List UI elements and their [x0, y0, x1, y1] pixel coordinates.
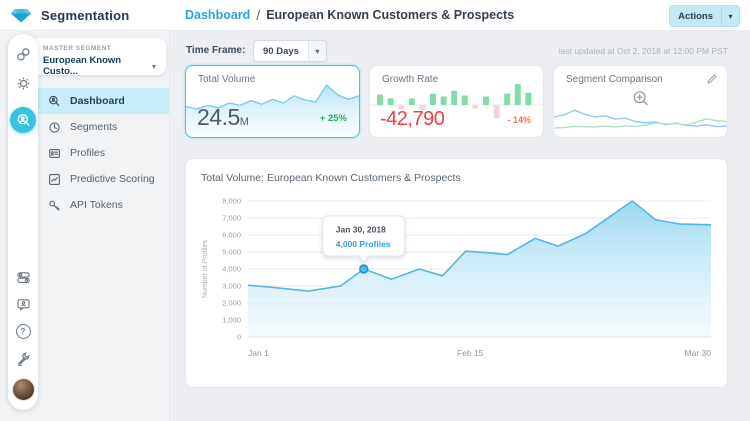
card-title: Total Volume — [198, 74, 256, 85]
sidebar-item-segments[interactable]: Segments — [38, 114, 169, 140]
breadcrumb-separator: / — [256, 7, 261, 23]
growth-rate-delta: - 14% — [507, 115, 531, 125]
chevron-down-icon[interactable]: ▾ — [722, 6, 739, 26]
app-window: Segmentation Dashboard / European Known … — [0, 0, 750, 421]
card-title: Growth Rate — [382, 74, 439, 85]
summary-cards-row: Total Volume 24.5M + 25% Growth Rate -42… — [185, 65, 728, 138]
svg-text:8,000: 8,000 — [222, 197, 241, 206]
svg-text:Mar 30: Mar 30 — [685, 348, 712, 358]
help-icon[interactable]: ? — [15, 324, 31, 339]
svg-text:Feb 15: Feb 15 — [457, 348, 484, 358]
user-avatar[interactable] — [11, 378, 35, 401]
search-user-icon[interactable] — [10, 107, 36, 133]
sidebar-item-dashboard[interactable]: Dashboard — [38, 88, 169, 114]
master-segment-value: European Known Custo... — [43, 55, 122, 77]
links-icon[interactable] — [16, 47, 31, 62]
sidebar-item-label: API Tokens — [70, 199, 123, 211]
toggles-icon[interactable] — [16, 270, 31, 285]
app-title: Segmentation — [41, 7, 130, 23]
profiles-card-icon — [48, 147, 61, 160]
svg-text:3,000: 3,000 — [222, 282, 241, 291]
segment-comparison-card[interactable]: Segment Comparison — [553, 65, 728, 138]
total-volume-area-chart[interactable]: 0 1,000 2,000 3,000 4,000 5,000 6,000 7,000 8,00… — [194, 189, 719, 381]
time-frame-value[interactable]: 90 Days — [254, 41, 308, 61]
dashboard-search-icon — [48, 95, 61, 108]
card-title: Segment Comparison — [566, 74, 663, 85]
svg-text:1,000: 1,000 — [222, 316, 241, 325]
predictive-chart-icon — [48, 173, 61, 186]
gear-icon[interactable] — [16, 76, 31, 91]
breadcrumb-dashboard-link[interactable]: Dashboard — [185, 8, 250, 22]
zoom-in-icon[interactable] — [631, 89, 650, 108]
icon-rail: ? — [8, 34, 38, 410]
svg-text:7,000: 7,000 — [222, 214, 241, 223]
master-segment-selector[interactable]: MASTER SEGMENT European Known Custo... ▾ — [30, 38, 166, 77]
sidebar-item-label: Dashboard — [70, 95, 125, 107]
svg-text:4,000 Profiles: 4,000 Profiles — [336, 239, 391, 249]
total-volume-delta: + 25% — [319, 113, 347, 124]
total-volume-value: 24.5M — [197, 104, 249, 130]
main-chart-card: Total Volume: European Known Customers &… — [185, 158, 728, 388]
sidebar-item-profiles[interactable]: Profiles — [38, 140, 169, 166]
actions-button-label[interactable]: Actions — [670, 6, 721, 26]
growth-rate-value: -42,790 — [380, 108, 445, 130]
chevron-down-icon[interactable]: ▾ — [307, 41, 326, 61]
sidebar-item-label: Segments — [70, 121, 118, 133]
contact-chat-icon[interactable] — [16, 297, 31, 312]
last-updated-text: last updated at Oct 2, 2018 at 12:00 PM … — [558, 46, 728, 56]
main-chart-title: Total Volume: European Known Customers &… — [201, 172, 461, 184]
gem-logo-icon — [11, 8, 31, 22]
svg-text:Jan 1: Jan 1 — [248, 348, 269, 358]
svg-text:0: 0 — [237, 333, 241, 342]
chevron-down-icon[interactable]: ▾ — [152, 62, 156, 71]
sidebar-item-predictive-scoring[interactable]: Predictive Scoring — [38, 166, 169, 192]
main-content: Time Frame: 90 Days ▾ last updated at Oc… — [170, 30, 750, 421]
svg-text:Number of Profiles: Number of Profiles — [202, 240, 209, 298]
rail-bottom-group: ? — [11, 270, 35, 401]
segments-clock-icon — [48, 121, 61, 134]
master-segment-label: MASTER SEGMENT — [43, 45, 112, 52]
time-frame-label: Time Frame: — [186, 45, 246, 56]
help-glyph: ? — [15, 324, 31, 339]
top-bar: Segmentation Dashboard / European Known … — [0, 0, 750, 31]
actions-button[interactable]: Actions ▾ — [669, 5, 740, 27]
wrench-icon[interactable] — [16, 351, 31, 366]
growth-rate-card[interactable]: Growth Rate -42,790 - 14% — [369, 65, 544, 138]
time-frame-select[interactable]: 90 Days ▾ — [253, 40, 327, 62]
breadcrumb: Dashboard / European Known Customers & P… — [185, 0, 514, 30]
page-title: European Known Customers & Prospects — [266, 8, 515, 22]
svg-text:2,000: 2,000 — [222, 299, 241, 308]
svg-text:6,000: 6,000 — [222, 231, 241, 240]
svg-text:Jan 30, 2018: Jan 30, 2018 — [336, 225, 386, 235]
total-volume-unit: M — [239, 116, 249, 128]
svg-text:5,000: 5,000 — [222, 248, 241, 257]
rail-top-group — [10, 47, 36, 133]
brand: Segmentation — [10, 0, 129, 30]
total-volume-card[interactable]: Total Volume 24.5M + 25% — [185, 65, 360, 138]
svg-text:4,000: 4,000 — [222, 265, 241, 274]
sidebar-item-label: Predictive Scoring — [70, 173, 155, 185]
edit-pencil-icon[interactable] — [705, 72, 718, 85]
sidebar-item-label: Profiles — [70, 147, 106, 159]
sidebar-item-api-tokens[interactable]: API Tokens — [38, 192, 169, 218]
api-key-icon — [48, 199, 61, 212]
